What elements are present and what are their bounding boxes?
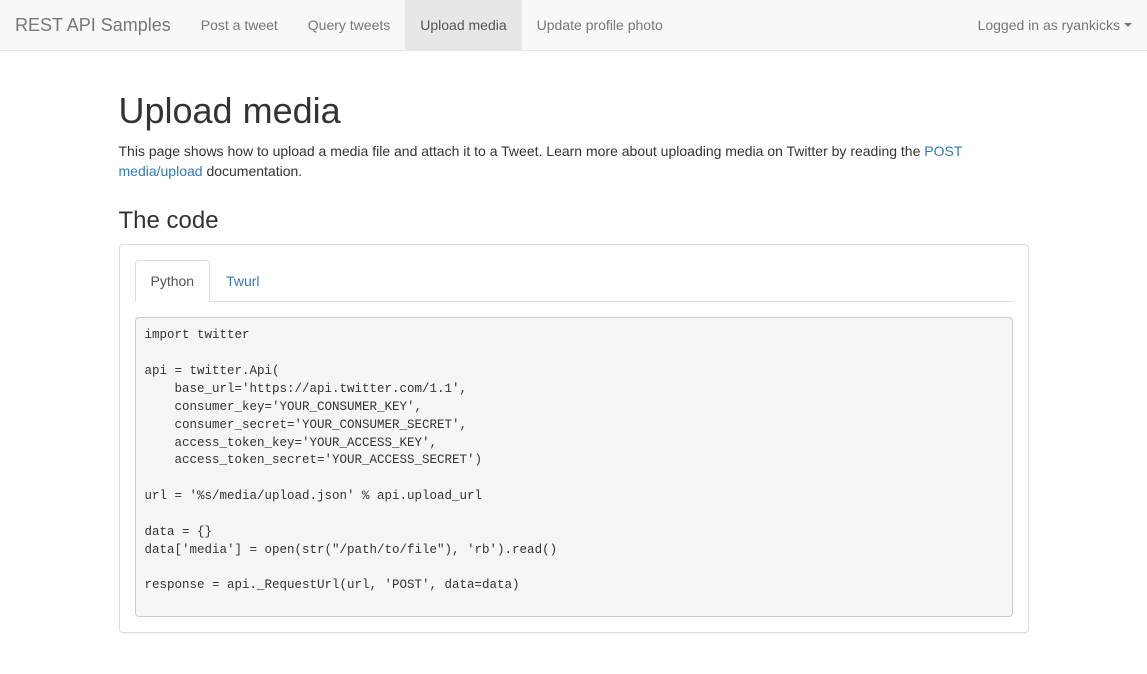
intro-text-before-link: This page shows how to upload a media fi… [118,142,925,159]
tab-link-python[interactable]: Python [134,259,211,302]
page-container: Upload media This page shows how to uplo… [104,91,1044,633]
tab-link-twurl[interactable]: Twurl [210,260,275,302]
code-sample-block[interactable]: import twitter api = twitter.Api( base_u… [134,316,1013,617]
code-sample-text: import twitter api = twitter.Api( base_u… [144,328,558,593]
nav-link-query-tweets[interactable]: Query tweets [293,0,405,50]
tab-twurl[interactable]: Twurl [210,260,275,302]
code-panel-body: Python Twurl import twitter api = twitte… [120,245,1028,632]
nav-link-update-profile-photo[interactable]: Update profile photo [522,0,678,50]
intro-text-after-link: documentation. [202,162,303,179]
section-title-the-code: The code [118,206,219,234]
nav-link-upload-media[interactable]: Upload media [405,0,522,50]
nav-item-upload-media[interactable]: Upload media [405,0,522,50]
code-language-tabs: Python Twurl [134,259,1013,302]
nav-item-post-a-tweet[interactable]: Post a tweet [186,0,293,50]
page-title: Upload media [118,90,341,131]
account-dropdown-toggle[interactable]: Logged in as ryankicks [963,0,1147,50]
navbar-nav: Post a tweet Query tweets Upload media U… [186,0,678,50]
main-navbar: REST API Samples Post a tweet Query twee… [0,0,1147,51]
tab-python[interactable]: Python [134,259,211,302]
nav-item-account[interactable]: Logged in as ryankicks [963,0,1147,50]
nav-link-post-a-tweet[interactable]: Post a tweet [186,0,293,50]
chevron-down-icon [1124,23,1132,27]
tab-content-panel: import twitter api = twitter.Api( base_u… [134,302,1013,617]
navbar-brand[interactable]: REST API Samples [0,0,186,50]
nav-item-update-profile-photo[interactable]: Update profile photo [522,0,678,50]
page-intro-paragraph: This page shows how to upload a media fi… [119,141,979,181]
navbar-account-nav: Logged in as ryankicks [963,0,1147,50]
code-panel: Python Twurl import twitter api = twitte… [118,243,1029,633]
nav-item-query-tweets[interactable]: Query tweets [293,0,405,50]
account-label: Logged in as ryankicks [977,17,1120,33]
